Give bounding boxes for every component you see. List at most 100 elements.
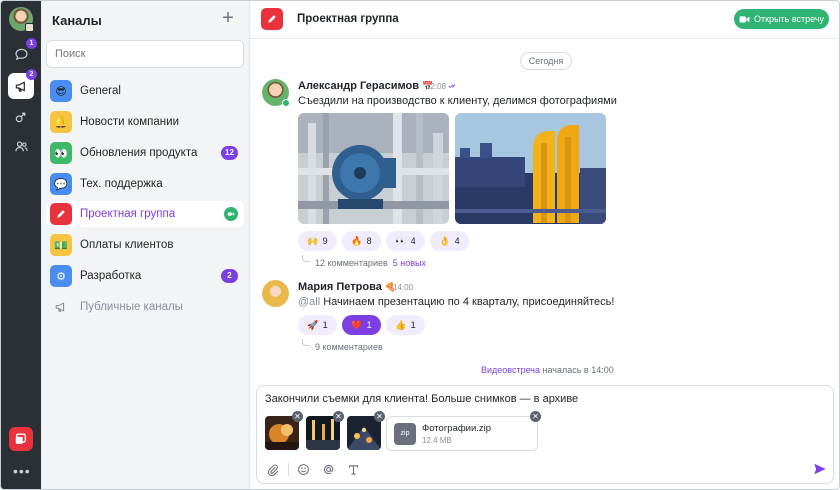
photo-attachment[interactable] [298, 113, 449, 224]
message-author[interactable]: Александр Герасимов 📅 [298, 80, 433, 92]
read-checkmarks-icon [448, 84, 456, 89]
thread-link[interactable]: 12 комментариев 5 новых [315, 258, 426, 268]
users-icon [14, 140, 28, 151]
threads-nav-button[interactable] [8, 103, 34, 129]
smiley-icon [297, 463, 309, 475]
zip-file-icon: zip [394, 423, 416, 445]
message-text: @all Начинаем презентацию по 4 кварталу,… [298, 296, 614, 308]
chat-title: Проектная группа [297, 13, 399, 25]
thread-link[interactable]: 9 комментариев [315, 342, 383, 352]
channel-label: Новости компании [80, 116, 179, 128]
channels-panel: Каналы + 😎 General 🔔 Новости компании 👀 … [41, 1, 250, 489]
sunglasses-emoji-icon: 😎 [50, 80, 72, 102]
public-channels-label: Публичные каналы [80, 301, 183, 313]
thread-new-count: 5 новых [392, 258, 427, 268]
app-window: 1 2 ••• Каналы + 😎 General 🔔 Новости ком… [0, 0, 840, 490]
thread-connector [302, 339, 310, 346]
message-time: 12:08 [426, 82, 458, 91]
logo-icon [15, 433, 27, 444]
channel-label: Обновления продукта [80, 147, 198, 159]
unread-count-badge: 2 [221, 269, 238, 283]
video-camera-icon [739, 15, 750, 23]
left-rail: 1 2 ••• [1, 1, 41, 489]
reaction-chip[interactable]: 👌 4 [430, 231, 469, 251]
app-logo[interactable] [9, 427, 33, 451]
reaction-chip[interactable]: 🚀 1 [298, 315, 337, 335]
mention-button[interactable] [320, 461, 336, 477]
unread-count-badge: 12 [221, 146, 238, 160]
channels-title: Каналы [52, 13, 102, 28]
message-body: Начинаем презентацию по 4 кварталу, прис… [320, 296, 615, 308]
channel-label: Проектная группа [80, 208, 176, 220]
chat-header: Проектная группа Открыть встречу [250, 1, 839, 39]
money-icon: 💵 [50, 234, 72, 256]
channel-item-general[interactable]: 😎 General [46, 78, 244, 104]
channel-item-project-group[interactable]: Проектная группа [46, 201, 244, 227]
reaction-chip[interactable]: 🙌 9 [298, 231, 337, 251]
file-size: 12.4 MB [422, 436, 452, 445]
channel-item-company-news[interactable]: 🔔 Новости компании [46, 109, 244, 135]
user-status-icon [25, 23, 34, 32]
mention-all[interactable]: @all [298, 296, 320, 308]
reaction-chip[interactable]: 👀 4 [386, 231, 425, 251]
threads-icon [15, 112, 25, 122]
chats-badge: 1 [26, 38, 37, 49]
channels-search-input[interactable] [46, 40, 244, 68]
online-status-dot [282, 99, 290, 107]
at-sign-icon [323, 464, 333, 474]
remove-file-button[interactable]: ✕ [530, 411, 541, 422]
composer-input[interactable]: Закончили съемки для клиента! Больше сни… [265, 393, 578, 405]
open-meeting-button[interactable]: Открыть встречу [734, 9, 829, 29]
channel-item-support[interactable]: 💬 Тех. поддержка [46, 171, 244, 197]
reaction-chip-mine[interactable]: ❤️ 1 [342, 315, 381, 335]
remove-attachment-button[interactable]: ✕ [292, 411, 303, 422]
thread-connector [302, 255, 310, 262]
reaction-count: 8 [366, 236, 372, 246]
public-channels-link[interactable]: Публичные каналы [46, 294, 244, 320]
message-composer[interactable]: Закончили съемки для клиента! Больше сни… [256, 385, 834, 484]
remove-attachment-button[interactable]: ✕ [374, 411, 385, 422]
active-call-icon [224, 207, 238, 221]
thumbs-up-emoji-icon: 👍 [395, 319, 407, 330]
megaphone-icon [50, 296, 72, 318]
file-name: Фотографии.zip [422, 423, 492, 434]
time-text: 12:08 [426, 82, 447, 91]
ok-hand-emoji-icon: 👌 [439, 235, 451, 246]
text-format-button[interactable] [345, 461, 361, 477]
reaction-chip[interactable]: 🔥 8 [342, 231, 381, 251]
add-channel-button[interactable]: + [219, 8, 237, 28]
emoji-button[interactable] [295, 461, 311, 477]
gear-icon: ⚙ [50, 265, 72, 287]
channel-label: Разработка [80, 270, 142, 282]
thread-count: 12 комментариев [315, 258, 388, 268]
author-avatar[interactable] [262, 280, 289, 307]
attach-button[interactable] [264, 461, 280, 477]
channel-item-development[interactable]: ⚙ Разработка 2 [46, 263, 244, 289]
channel-label: Оплаты клиентов [80, 239, 174, 251]
more-menu-button[interactable]: ••• [13, 463, 31, 479]
reaction-chip[interactable]: 👍 1 [386, 315, 425, 335]
heart-emoji-icon: ❤️ [351, 319, 363, 330]
photo-attachment[interactable] [455, 113, 606, 224]
reaction-count: 4 [410, 236, 416, 246]
channel-label: General [80, 85, 121, 97]
remove-attachment-button[interactable]: ✕ [333, 411, 344, 422]
send-button[interactable] [813, 462, 827, 476]
channel-item-product-updates[interactable]: 👀 Обновления продукта 12 [46, 140, 244, 166]
pencil-icon [50, 203, 72, 225]
channel-item-client-payments[interactable]: 💵 Оплаты клиентов [46, 232, 244, 258]
eyes-emoji-icon: 👀 [50, 142, 72, 164]
author-name: Мария Петрова [298, 281, 382, 293]
message-author[interactable]: Мария Петрова 🍕 [298, 281, 396, 293]
contacts-nav-button[interactable] [8, 133, 34, 159]
eyes-emoji-icon: 👀 [395, 235, 407, 246]
send-icon [814, 463, 826, 475]
reaction-count: 1 [410, 320, 416, 330]
video-meeting-link[interactable]: Видеовстреча [481, 365, 540, 375]
reaction-count: 1 [322, 320, 328, 330]
file-attachment[interactable]: zip Фотографии.zip 12.4 MB [386, 416, 538, 451]
text-format-icon [348, 464, 358, 475]
author-name: Александр Герасимов [298, 80, 420, 92]
fire-emoji-icon: 🔥 [351, 235, 363, 246]
date-divider: Сегодня [520, 52, 572, 70]
